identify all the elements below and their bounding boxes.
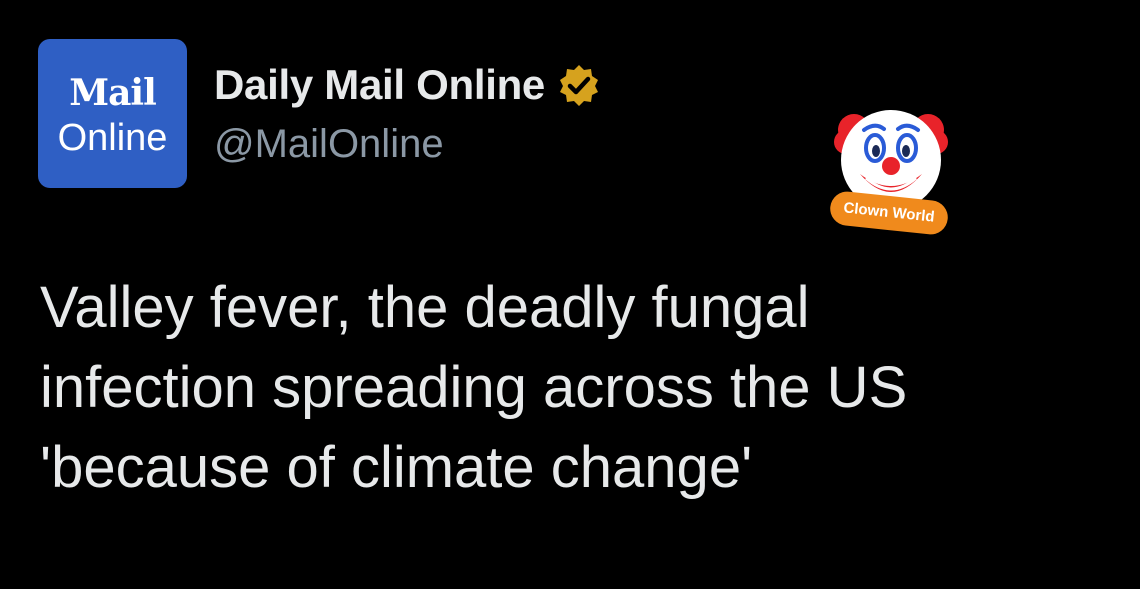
tweet-card: Mail Online Daily Mail Online @MailOnlin… <box>0 0 1140 589</box>
verified-badge-icon <box>559 65 598 106</box>
avatar[interactable]: Mail Online <box>38 39 187 188</box>
avatar-logo-line1: Mail <box>69 72 157 114</box>
avatar-logo-line2: Online <box>57 117 168 159</box>
author-name-row: Daily Mail Online <box>214 60 601 110</box>
tweet-text: Valley fever, the deadly fungal infectio… <box>40 275 908 500</box>
display-name[interactable]: Daily Mail Online <box>214 61 545 109</box>
account-handle[interactable]: @MailOnline <box>214 122 444 167</box>
